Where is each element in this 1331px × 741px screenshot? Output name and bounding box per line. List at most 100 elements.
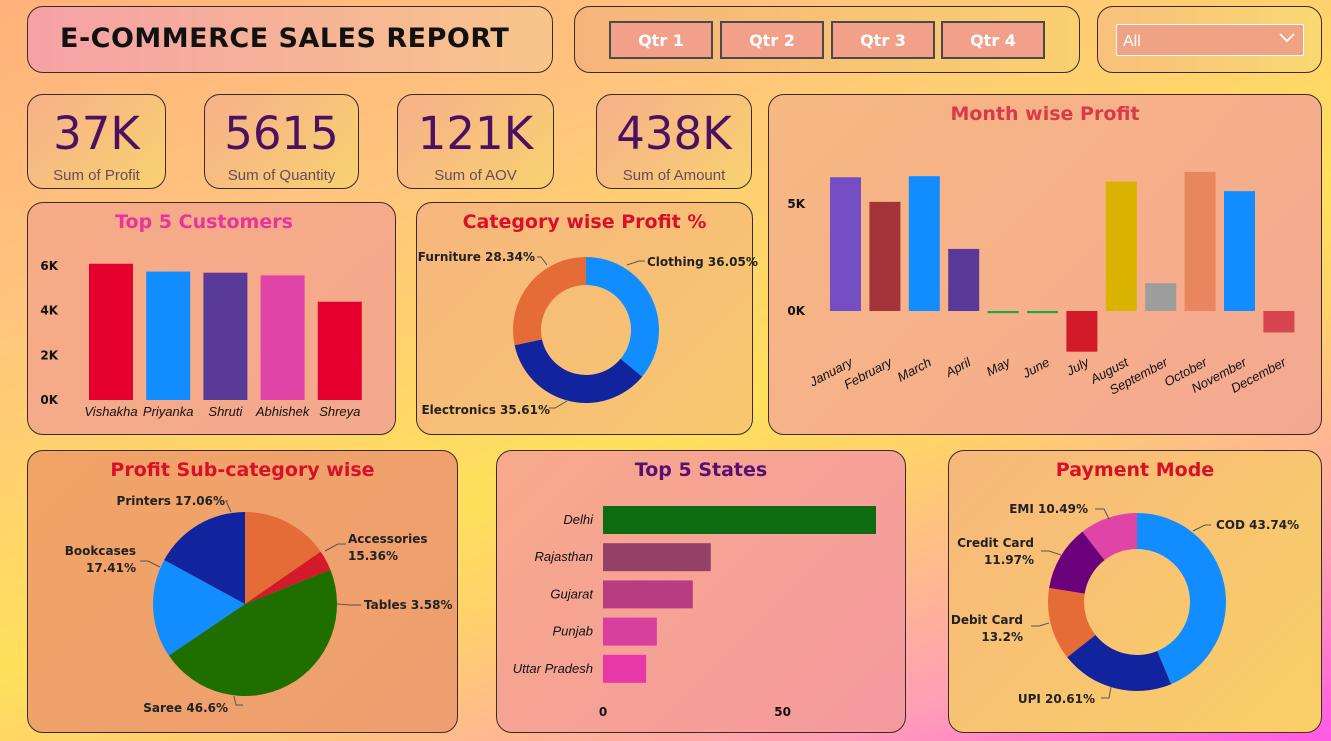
data-label: 15.36% — [348, 549, 398, 563]
data-label: 17.41% — [86, 561, 136, 575]
kpi-card-profit: 37K Sum of Profit — [27, 94, 166, 189]
bar — [1263, 311, 1295, 333]
kpi-label: Sum of Profit — [53, 167, 140, 184]
kpi-card-quantity: 5615 Sum of Quantity — [204, 94, 359, 189]
x-tick-label: Priyanka — [143, 404, 194, 419]
y-tick-label: 5K — [787, 197, 805, 211]
leader-line — [626, 260, 645, 266]
pie-slice — [586, 257, 659, 377]
bar — [1224, 191, 1255, 311]
y-tick-label: Gujarat — [550, 586, 594, 601]
top-customers-card: Top 5 Customers 0K 2K 4K 6K Vishakha Priyanka… — [27, 202, 396, 435]
bar — [603, 543, 711, 572]
kpi-value: 5615 — [224, 107, 339, 160]
payment-mode-chart: COD 43.74% UPI 20.61% Debit Card 13.2% Credi… — [951, 502, 1299, 706]
kpi-value: 438K — [616, 107, 732, 160]
kpi-label: Sum of Quantity — [227, 167, 336, 184]
leader-line — [549, 400, 568, 409]
qtr-2-button[interactable]: Qtr 2 — [720, 21, 824, 59]
x-tick-label: Shreya — [319, 404, 360, 419]
month-profit-chart: 0K5KJanuaryFebruary March April May June July… — [787, 171, 1295, 398]
leader-line — [140, 560, 161, 568]
top-customers-chart: 0K 2K 4K 6K Vishakha Priyanka Shruti Abhishek Sh… — [40, 259, 362, 419]
x-tick-label: Shruti — [208, 404, 243, 419]
top-states-chart: Delhi Rajasthan Gujarat Punjab Uttar Pradesh… — [513, 506, 876, 719]
bar — [948, 248, 980, 311]
category-profit-chart: Clothing 36.05% Electronics 35.61% Furnitu… — [418, 250, 758, 417]
bar — [1027, 311, 1058, 314]
kpi-card-amount: 438K Sum of Amount — [596, 94, 752, 189]
leader-line — [324, 543, 346, 552]
report-header: E-COMMERCE SALES REPORT — [27, 6, 553, 73]
kpi-label: Sum of Amount — [622, 167, 726, 184]
y-tick-label: Uttar Pradesh — [513, 661, 593, 676]
y-tick-label: 6K — [40, 259, 58, 273]
leader-line — [233, 695, 243, 706]
data-label: Accessories — [348, 532, 428, 546]
chevron-down-icon — [1279, 31, 1295, 49]
data-label: Saree 46.6% — [143, 701, 228, 715]
x-tick-label: June — [1019, 354, 1052, 381]
kpi-value: 37K — [53, 107, 140, 160]
filter-card: All — [1097, 6, 1322, 73]
data-label: Tables 3.58% — [364, 598, 453, 612]
leader-line — [225, 500, 232, 513]
month-profit-card: Month wise Profit 0K 5K January February Mar… — [768, 94, 1322, 435]
y-tick-label: Delhi — [563, 512, 594, 527]
x-tick-label: Abhishek — [255, 404, 311, 419]
pie-slice — [514, 339, 643, 403]
bar — [603, 580, 693, 609]
top-states-card: Top 5 States Delhi Rajasthan Gujarat Punjab… — [496, 450, 906, 733]
quarter-slicer: Qtr 1 Qtr 2 Qtr 3 Qtr 4 — [574, 6, 1080, 73]
subcategory-profit-card: Profit Sub-category wise Accessories 15.3… — [27, 450, 458, 733]
data-label: COD 43.74% — [1216, 518, 1299, 532]
x-tick-label: 0 — [599, 705, 607, 719]
bar — [89, 263, 133, 400]
bar — [869, 201, 901, 311]
x-tick-label: 50 — [774, 705, 791, 719]
data-label: UPI 20.61% — [1018, 692, 1095, 706]
data-label: Furniture 28.34% — [418, 250, 535, 264]
y-tick-label: Punjab — [553, 624, 593, 639]
bar — [603, 654, 647, 683]
qtr-1-button[interactable]: Qtr 1 — [609, 21, 713, 59]
bar — [830, 177, 861, 311]
filter-selected-value: All — [1123, 33, 1141, 50]
payment-mode-card: Payment Mode COD 43.74% UPI 20.61% Debit C… — [948, 450, 1322, 733]
data-label: Debit Card — [951, 613, 1023, 627]
leader-line — [1095, 508, 1110, 520]
x-tick-label: April — [942, 354, 974, 380]
bar — [987, 311, 1019, 314]
y-tick-label: 2K — [40, 348, 58, 362]
leader-line — [1031, 622, 1050, 627]
y-tick-label: 0K — [40, 393, 58, 407]
filter-dropdown[interactable]: All — [1116, 24, 1304, 56]
y-tick-label: 0K — [787, 304, 805, 318]
bar — [317, 301, 362, 400]
data-label: EMI 10.49% — [1009, 502, 1088, 516]
leader-line — [537, 256, 548, 266]
y-tick-label: Rajasthan — [534, 549, 593, 564]
x-tick-label: May — [984, 354, 1014, 379]
data-label: Credit Card — [957, 536, 1034, 550]
bar — [203, 272, 248, 400]
subcategory-profit-chart: Accessories 15.36% Tables 3.58% Saree 46.6%… — [65, 494, 453, 715]
bar — [603, 506, 876, 534]
pie-slice — [513, 257, 586, 346]
leader-line — [1041, 550, 1062, 556]
kpi-label: Sum of AOV — [434, 167, 517, 184]
leader-line — [1192, 524, 1211, 532]
data-label: Printers 17.06% — [117, 494, 225, 508]
leader-line — [1101, 686, 1112, 699]
qtr-4-button[interactable]: Qtr 4 — [941, 21, 1045, 59]
data-label: 13.2% — [981, 630, 1023, 644]
bar — [146, 271, 191, 400]
y-tick-label: 4K — [40, 304, 58, 318]
bar — [1145, 283, 1177, 311]
bar — [260, 275, 305, 400]
category-profit-card: Category wise Profit % Clothing 36.05% El… — [416, 202, 758, 435]
qtr-3-button[interactable]: Qtr 3 — [831, 21, 935, 59]
bar — [908, 176, 940, 311]
bar — [1066, 311, 1098, 352]
data-label: Bookcases — [65, 544, 136, 558]
